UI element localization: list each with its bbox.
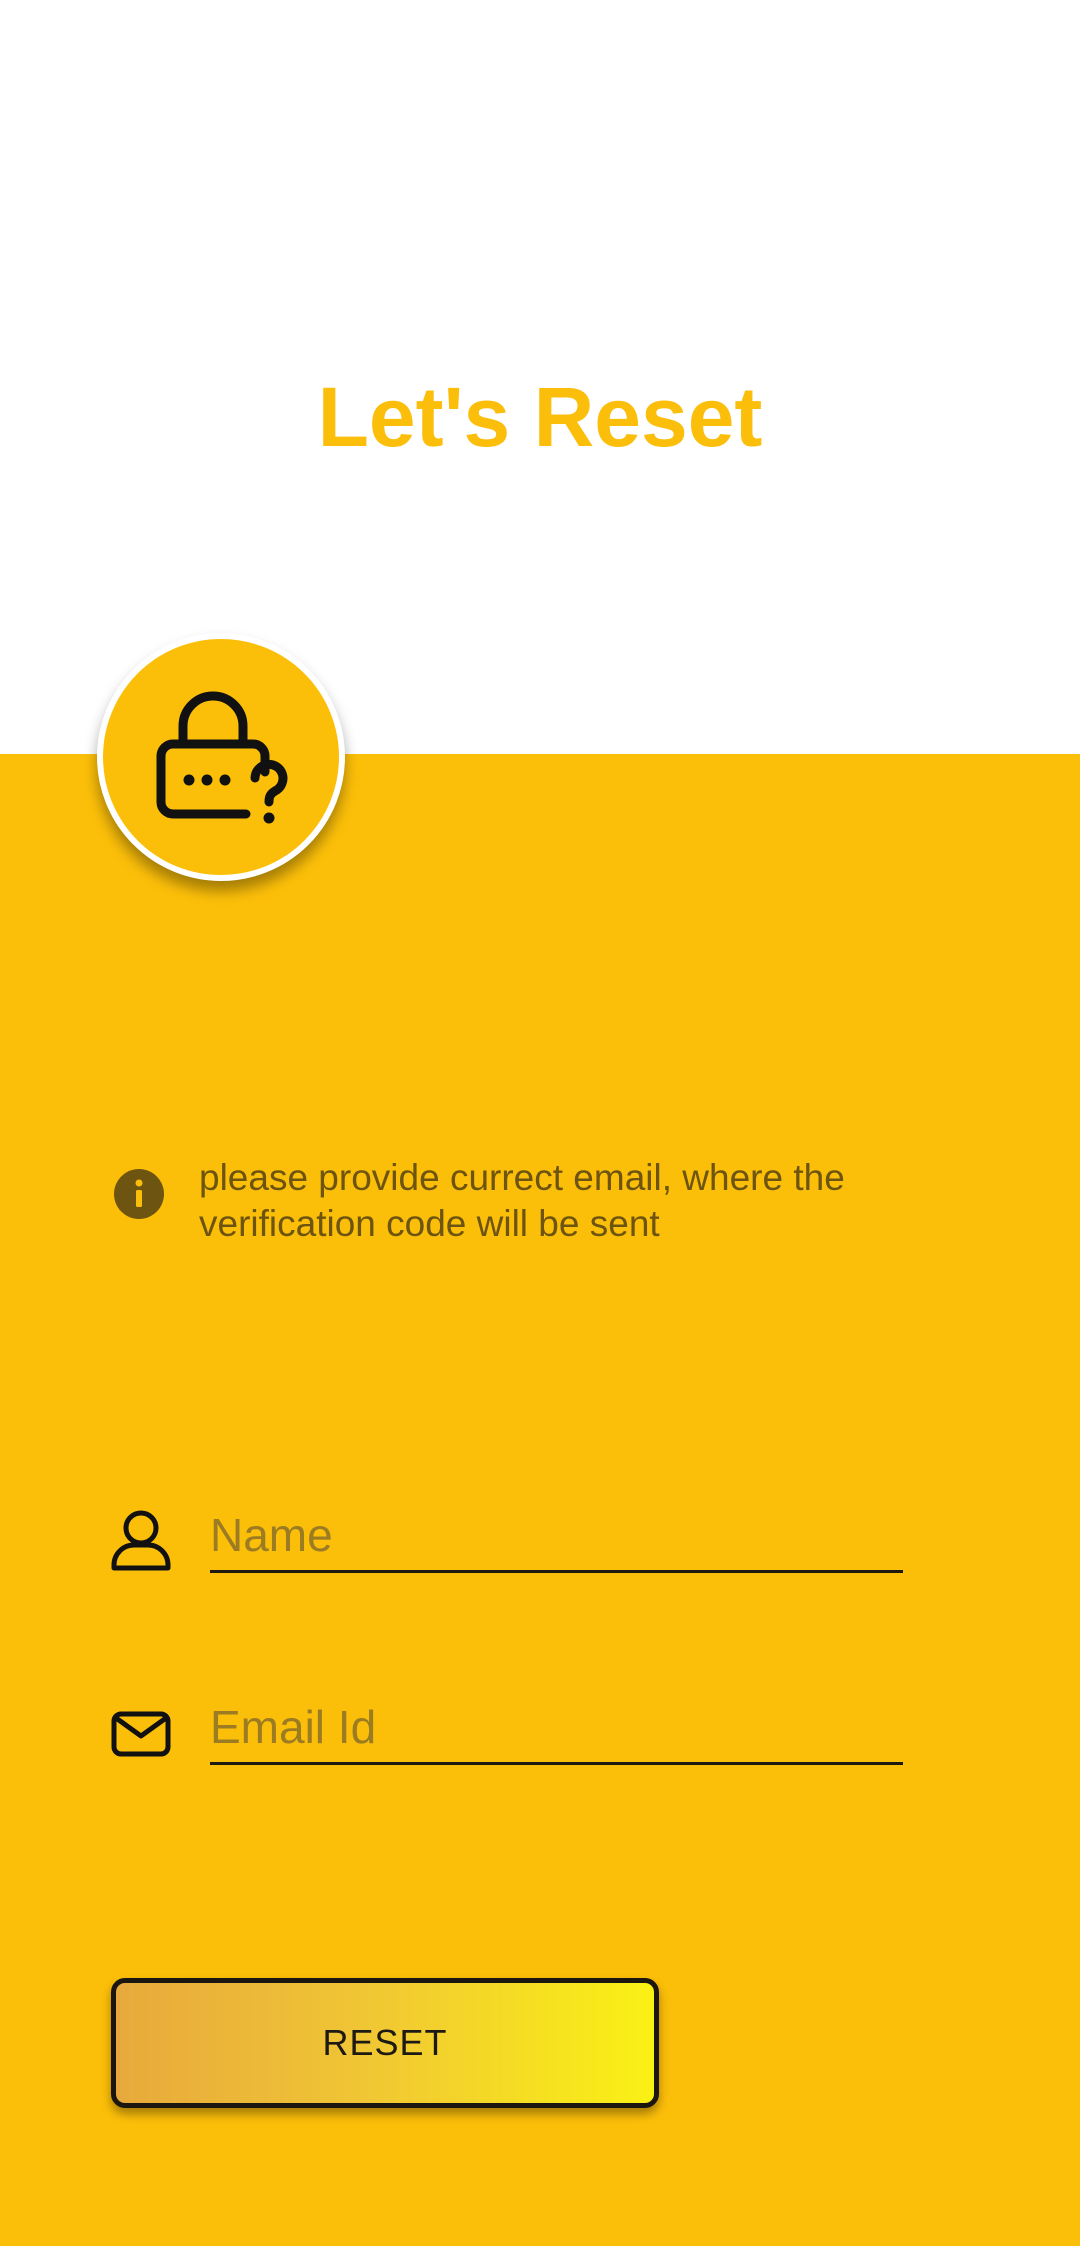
name-field-row [110,1500,910,1580]
email-input[interactable] [210,1692,903,1765]
info-message: please provide currect email, where the … [113,1155,933,1255]
email-field-row [110,1692,910,1772]
lock-badge [97,633,345,881]
info-text: please provide currect email, where the … [199,1157,845,1244]
reset-button[interactable]: RESET [111,1978,659,2108]
info-icon [114,1169,164,1219]
lock-question-icon [156,691,288,824]
mail-icon [111,1711,171,1757]
header-area: Let's Reset [0,0,1080,754]
page-title: Let's Reset [317,370,763,464]
name-input[interactable] [210,1500,903,1573]
user-icon [111,1510,171,1571]
